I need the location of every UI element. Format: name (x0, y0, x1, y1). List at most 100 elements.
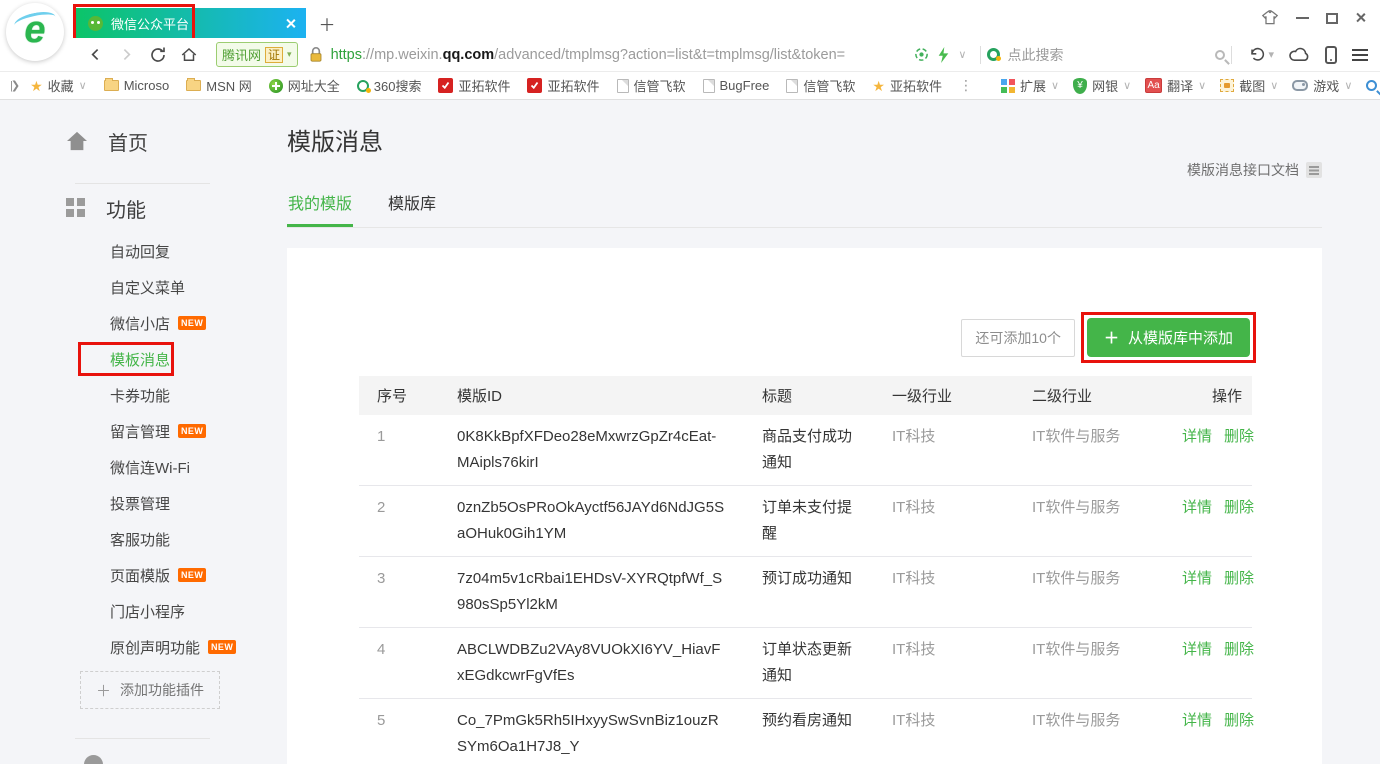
mobile-connect-icon[interactable] (1325, 46, 1337, 64)
tab-close-icon[interactable] (285, 18, 296, 29)
sidebar-item-wifi[interactable]: 微信连Wi-Fi (0, 449, 285, 485)
delete-link[interactable]: 删除 (1224, 428, 1254, 445)
delete-link[interactable]: 删除 (1224, 641, 1254, 658)
omnibox-search[interactable] (987, 47, 1225, 63)
add-plugin-button[interactable]: ＋ 添加功能插件 (80, 671, 220, 709)
browser-window: e 微信公众平台 ＋ (0, 0, 1380, 764)
cloud-sync-icon[interactable] (1289, 47, 1310, 62)
bookmark-label: 信管飞软 (634, 76, 686, 95)
detail-link[interactable]: 详情 (1182, 570, 1212, 587)
delete-link[interactable]: 删除 (1224, 570, 1254, 587)
browser-tab-wechat-mp[interactable]: 微信公众平台 (76, 8, 306, 38)
search-input[interactable] (1007, 47, 1208, 63)
bookmark-yatuo-star[interactable]: ★ 亚拓软件 (872, 76, 942, 95)
delete-link[interactable]: 删除 (1224, 499, 1254, 516)
extensions-menu[interactable]: 扩展 ∨ (1001, 76, 1059, 95)
games-menu[interactable]: 游戏 ∨ (1292, 76, 1352, 95)
menu-button[interactable] (1352, 49, 1368, 61)
shutter-extension-icon[interactable] (914, 47, 929, 62)
new-tab-button[interactable]: ＋ (314, 8, 340, 38)
tab-my-templates[interactable]: 我的模版 (287, 190, 353, 227)
star-icon: ★ (872, 79, 885, 93)
history-undo-button[interactable]: ▾ (1248, 46, 1274, 63)
search-magnifier-icon[interactable] (1215, 50, 1225, 60)
toolbar-item-label: 翻译 (1167, 76, 1193, 95)
url-text[interactable]: https://mp.weixin.qq.com/advanced/tmplms… (331, 47, 911, 63)
bookmark-folder-msn[interactable]: MSN 网 (186, 76, 252, 95)
login-manager-menu[interactable]: 登录管家 (1366, 76, 1380, 95)
sidebar-item-store-miniprogram[interactable]: 门店小程序 (0, 593, 285, 629)
back-button[interactable] (80, 46, 111, 63)
detail-link[interactable]: 详情 (1182, 641, 1212, 658)
api-doc-link[interactable]: 模版消息接口文档 (1187, 160, 1322, 180)
detail-link[interactable]: 详情 (1182, 712, 1212, 729)
add-from-library-button[interactable]: ＋ 从模版库中添加 (1087, 318, 1250, 357)
detail-link[interactable]: 详情 (1182, 428, 1212, 445)
tab-template-library[interactable]: 模版库 (387, 190, 437, 227)
sidebar-item-label: 自定义菜单 (110, 277, 185, 298)
sidebar-home-label: 首页 (108, 127, 148, 156)
bookmark-xinguanfei-1[interactable]: 信管飞软 (617, 76, 686, 95)
forward-button[interactable] (111, 46, 142, 63)
sidebar-item-vote-manage[interactable]: 投票管理 (0, 485, 285, 521)
url-dropdown-chevron-icon[interactable]: ∨ (958, 48, 966, 61)
cert-badge: 证 (265, 47, 283, 63)
browser-logo[interactable]: e (6, 3, 64, 61)
sidebar-item-home[interactable]: 首页 (66, 126, 285, 156)
bookmark-folder-microso[interactable]: Microso (104, 78, 170, 93)
minimize-button[interactable] (1296, 17, 1309, 19)
sidebar-item-customer-service[interactable]: 客服功能 (0, 521, 285, 557)
history-chevron-icon[interactable]: ▾ (1268, 48, 1274, 61)
favorites-label: 收藏 (48, 76, 74, 95)
add-plugin-label: 添加功能插件 (120, 680, 204, 700)
sidebar-item-template-message[interactable]: 模板消息 (0, 341, 285, 377)
green-plus-globe-icon (269, 79, 283, 93)
maximize-button[interactable] (1326, 13, 1338, 24)
sidebar-item-comment-manage[interactable]: 留言管理NEW (0, 413, 285, 449)
bookmark-nav-site[interactable]: 网址大全 (269, 76, 340, 95)
lightning-speed-icon[interactable] (937, 47, 950, 63)
row-industry2: IT软件与服务 (1014, 699, 1152, 764)
screenshot-menu[interactable]: 截图 ∨ (1220, 76, 1278, 95)
delete-link[interactable]: 删除 (1224, 712, 1254, 729)
bookmark-360-search[interactable]: 360搜索 (357, 76, 422, 95)
sidebar-item-card-coupon[interactable]: 卡券功能 (0, 377, 285, 413)
url-subdomain: ://mp.weixin. (362, 47, 443, 63)
toolbar-item-label: 扩展 (1020, 76, 1046, 95)
chevron-down-icon: ∨ (1270, 79, 1278, 92)
col-header-actions: 操作 (1152, 376, 1252, 415)
toolbar-item-label: 游戏 (1313, 76, 1339, 95)
row-title: 预订成功通知 (744, 557, 874, 628)
sidebar-item-original-statement[interactable]: 原创声明功能NEW (0, 629, 285, 665)
sidebar-item-wechat-store[interactable]: 微信小店NEW (0, 305, 285, 341)
bookmark-xinguanfei-2[interactable]: 信管飞软 (786, 76, 855, 95)
bookmark-yatuo-2[interactable]: 亚拓软件 (527, 76, 599, 95)
sidebar-item-page-template[interactable]: 页面模版NEW (0, 557, 285, 593)
bookmark-label: 360搜索 (374, 76, 422, 95)
wechat-favicon-icon (88, 16, 103, 31)
refresh-button[interactable] (142, 46, 173, 64)
translate-menu[interactable]: Aa 翻译 ∨ (1145, 76, 1206, 95)
bank-shield-icon: ¥ (1073, 78, 1087, 94)
row-no: 5 (359, 699, 439, 764)
bookmark-bugfree[interactable]: BugFree (703, 78, 770, 93)
detail-link[interactable]: 详情 (1182, 499, 1212, 516)
window-close-button[interactable] (1355, 12, 1368, 25)
chevron-down-icon: ∨ (1344, 79, 1352, 92)
theme-skin-icon[interactable] (1261, 10, 1279, 26)
home-button[interactable] (173, 46, 204, 64)
screenshot-icon (1220, 79, 1234, 92)
sidebar-item-auto-reply[interactable]: 自动回复 (0, 233, 285, 269)
ebank-menu[interactable]: ¥ 网银 ∨ (1073, 76, 1131, 95)
bookmarks-overflow-icon[interactable]: ⋮ (959, 77, 973, 94)
badge-chevron-icon[interactable]: ▾ (287, 49, 292, 60)
template-table: 序号 模版ID 标题 一级行业 二级行业 操作 1 0K8KkBpfXFDeo2… (359, 376, 1252, 764)
sidebar-expand-icon[interactable]: |❯ (10, 79, 18, 92)
page-icon (786, 79, 798, 93)
bookmark-yatuo-1[interactable]: 亚拓软件 (438, 76, 510, 95)
sidebar-section-features[interactable]: 功能 (66, 193, 285, 223)
red-app-icon (527, 78, 542, 93)
site-identity-badge[interactable]: 腾讯网 证 ▾ (216, 42, 298, 67)
favorites-menu[interactable]: ★ 收藏 ∨ (30, 76, 87, 95)
sidebar-item-custom-menu[interactable]: 自定义菜单 (0, 269, 285, 305)
